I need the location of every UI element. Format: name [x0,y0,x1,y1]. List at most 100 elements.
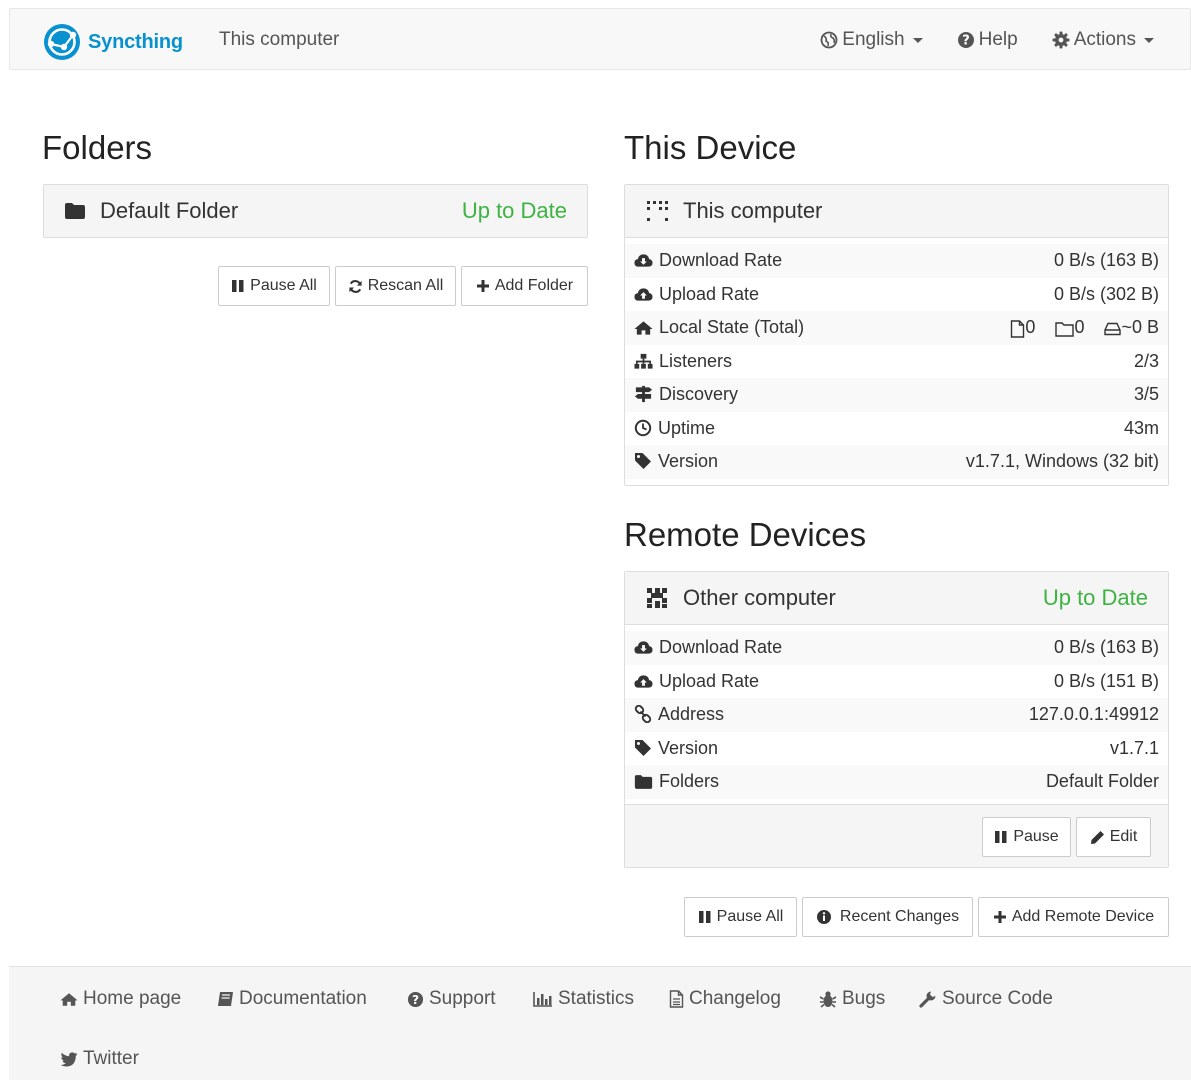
download-rate-value: 0 B/s (163 B) [880,244,1168,278]
hdd-icon [1104,322,1122,335]
syncthing-logo-icon [44,24,80,60]
pause-all-devices-button[interactable]: Pause All [684,897,797,937]
cloud-download-icon [634,641,653,654]
folder-panel-default[interactable]: Default Folder Up to Date [43,184,588,238]
language-label: English [842,29,905,50]
svg-text:?: ? [962,34,970,49]
remote-devices-heading: Remote Devices [624,516,867,553]
footer: Home page Documentation ? Support Statis… [9,966,1191,1080]
footer-link-source-code[interactable]: Source Code [919,988,1053,1010]
bar-chart-icon [533,992,552,1007]
clock-icon [634,419,652,436]
nav-device-name: This computer [219,29,340,50]
folder-open-icon [1055,321,1075,337]
footer-link-twitter[interactable]: Twitter [60,1048,139,1070]
recent-changes-button[interactable]: Recent Changes [802,897,973,937]
table-row: Uptime 43m [625,412,1168,446]
cloud-upload-icon [634,675,653,688]
pencil-icon [1090,830,1104,844]
remote-folders-value: Default Folder [912,765,1168,799]
footer-link-home-page[interactable]: Home page [60,988,181,1010]
table-row: Version v1.7.1 [625,732,1168,766]
remote-device-info-table: Download Rate 0 B/s (163 B) Upload Rate … [625,631,1168,799]
tag-icon [635,453,651,470]
pause-device-button[interactable]: Pause [982,817,1071,857]
remote-address-value: 127.0.0.1:49912 [912,698,1168,732]
identicon-icon [647,588,667,608]
footer-link-changelog[interactable]: Changelog [669,988,781,1010]
folder-name: Default Folder [100,198,239,223]
add-folder-button[interactable]: Add Folder [461,266,588,306]
footer-link-bugs[interactable]: Bugs [819,988,885,1010]
this-device-heading: This Device [624,129,797,166]
wrench-icon [919,991,936,1008]
file-text-icon [669,990,684,1008]
plus-icon [993,911,1006,923]
question-circle-icon: ? [957,32,974,49]
rescan-all-button[interactable]: Rescan All [335,266,456,306]
help-link[interactable]: ? Help [957,29,1018,51]
pause-all-folders-button[interactable]: Pause All [218,266,330,306]
remote-device-status: Up to Date [1042,585,1148,610]
folder-icon [634,775,653,790]
sitemap-icon [634,353,653,369]
table-row: Version v1.7.1, Windows (32 bit) [625,445,1168,479]
info-circle-icon [816,910,831,924]
cloud-download-icon [634,254,653,267]
table-row: Listeners 2/3 [625,345,1168,379]
book-icon [218,992,233,1006]
remote-download-rate-value: 0 B/s (163 B) [912,631,1168,665]
caret-down-icon [912,37,923,43]
home-icon [60,992,78,1006]
bug-icon [819,991,837,1008]
remote-device-name: Other computer [683,585,836,610]
footer-link-support[interactable]: ? Support [407,988,496,1010]
remote-device-panel-other-computer[interactable]: Other computer Up to Date Download Rate … [624,571,1169,868]
help-label: Help [978,29,1018,50]
plus-icon [476,280,489,292]
question-circle-icon: ? [407,991,424,1007]
language-dropdown[interactable]: English [820,29,923,51]
refresh-icon [349,279,362,293]
gear-icon [1052,31,1070,49]
twitter-icon [60,1051,78,1066]
discovery-value: 3/5 [880,378,1168,412]
home-icon [634,321,653,335]
local-state-value: 0 0 ~0 B [880,311,1168,345]
remote-upload-rate-value: 0 B/s (151 B) [1053,670,1159,691]
tag-icon [635,739,651,756]
table-row: Folders Default Folder [625,765,1168,799]
folder-status: Up to Date [461,198,567,223]
add-remote-device-button[interactable]: Add Remote Device [978,897,1169,937]
pause-icon [995,831,1007,843]
version-value: v1.7.1, Windows (32 bit) [880,445,1168,479]
pause-icon [232,280,244,292]
table-row: Discovery 3/5 [625,378,1168,412]
remote-device-panel-footer: Pause Edit [625,804,1168,867]
edit-device-button[interactable]: Edit [1076,817,1151,857]
folders-heading: Folders [42,129,153,166]
this-device-panel[interactable]: This computer Download Rate 0 B/s (163 B… [624,184,1169,486]
this-device-info-table: Download Rate 0 B/s (163 B) Upload Rate … [625,244,1168,479]
svg-text:?: ? [412,992,419,1006]
pause-icon [698,911,711,923]
table-row: Address 127.0.0.1:49912 [625,698,1168,732]
caret-down-icon [1144,37,1154,43]
folder-icon [65,203,85,219]
footer-link-statistics[interactable]: Statistics [533,988,634,1010]
brand-name: Syncthing [88,30,183,53]
uptime-value: 43m [1123,417,1159,438]
signpost-icon [634,386,653,403]
table-row: Local State (Total) 0 0 ~0 B [625,311,1168,345]
actions-dropdown[interactable]: Actions [1052,29,1154,51]
brand-logo[interactable]: Syncthing [42,22,183,62]
file-icon [1011,319,1025,338]
cloud-upload-icon [634,288,653,301]
identicon-icon [647,201,668,221]
table-row: Upload Rate 0 B/s (151 B) [625,665,1168,699]
this-device-name: This computer [683,198,823,223]
table-row: Download Rate 0 B/s (163 B) [625,631,1168,665]
table-row: Download Rate 0 B/s (163 B) [625,244,1168,278]
table-row: Upload Rate 0 B/s (302 B) [625,278,1168,312]
footer-link-documentation[interactable]: Documentation [217,988,367,1010]
